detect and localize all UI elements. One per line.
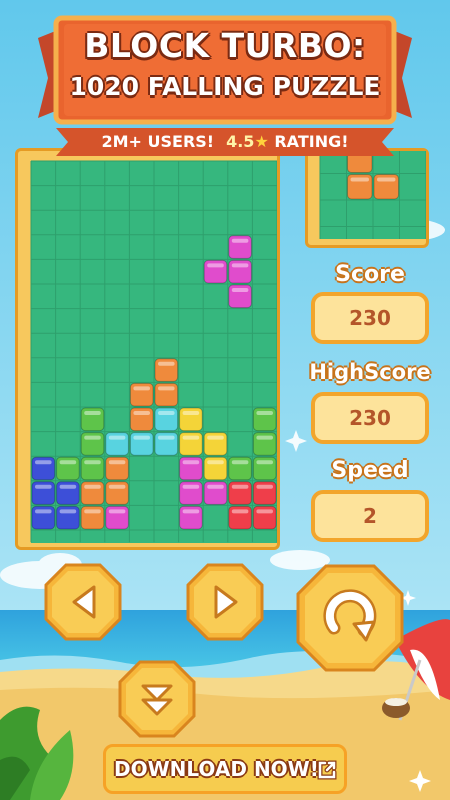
download-button[interactable]: DOWNLOAD NOW!: [103, 744, 347, 794]
next-piece-preview: [305, 148, 429, 248]
rotate-button[interactable]: [296, 564, 404, 672]
move-left-button[interactable]: [44, 563, 122, 641]
move-right-button[interactable]: [186, 563, 264, 641]
rating-value: 4.5: [226, 132, 255, 151]
coconut: [382, 698, 410, 718]
speed-label: Speed: [331, 458, 409, 483]
highscore-value: 230: [311, 392, 429, 444]
star-icon: ★: [254, 132, 269, 151]
tagline: 2M+ USERS! 4.5★ RATING!: [58, 126, 392, 158]
download-label: DOWNLOAD NOW!: [114, 757, 319, 781]
users-count: 2M+ USERS!: [101, 132, 215, 151]
highscore-label: HighScore: [309, 360, 431, 384]
external-link-icon: [317, 760, 337, 780]
score-value: 230: [311, 292, 429, 344]
score-label: Score: [335, 262, 405, 287]
title-line-1: BLOCK TURBO:: [84, 26, 366, 65]
title-line-2: 1020 FALLING PUZZLE: [69, 72, 381, 101]
speed-value: 2: [311, 490, 429, 542]
game-board: [15, 148, 280, 550]
rating-label: RATING!: [274, 132, 349, 151]
drop-down-button[interactable]: [118, 660, 196, 738]
